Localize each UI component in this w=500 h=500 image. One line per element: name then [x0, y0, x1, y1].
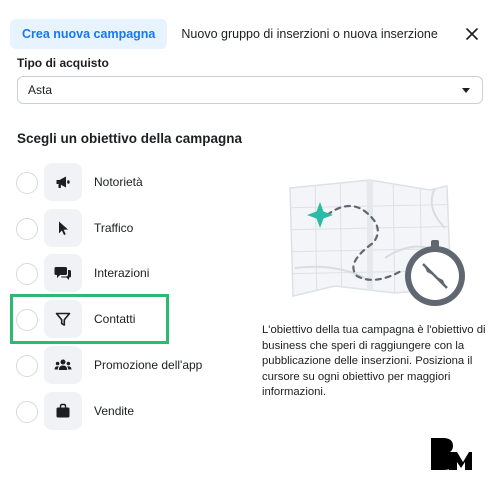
- purchase-type-select[interactable]: Asta: [17, 76, 483, 104]
- radio-button[interactable]: [16, 263, 38, 285]
- objectives-title: Scegli un obiettivo della campagna: [17, 131, 243, 146]
- tab-new-adset-or-ad[interactable]: Nuovo gruppo di inserzioni o nuova inser…: [181, 19, 449, 49]
- close-icon: [466, 28, 478, 40]
- objective-sales[interactable]: Vendite: [16, 392, 246, 432]
- objective-engagement[interactable]: Interazioni: [16, 254, 246, 294]
- objective-label: Notorietà: [94, 175, 143, 189]
- map-compass-illustration: [275, 168, 475, 316]
- purchase-type-label: Tipo di acquisto: [17, 56, 109, 70]
- close-button[interactable]: [462, 24, 482, 44]
- objective-label: Interazioni: [94, 266, 150, 280]
- radio-button[interactable]: [16, 355, 38, 377]
- objective-awareness[interactable]: Notorietà: [16, 163, 246, 203]
- megaphone-icon: [44, 163, 82, 201]
- campaign-tabs: Crea nuova campagna Nuovo gruppo di inse…: [10, 19, 450, 49]
- radio-button[interactable]: [16, 172, 38, 194]
- purchase-type-value: Asta: [28, 83, 53, 97]
- caret-down-icon: [462, 88, 470, 93]
- highlight-box: [10, 294, 169, 344]
- bm-logo: [429, 436, 473, 472]
- objective-traffic[interactable]: Traffico: [16, 209, 246, 249]
- radio-button[interactable]: [16, 401, 38, 423]
- objective-description: L'obiettivo della tua campagna è l'obiet…: [262, 324, 486, 399]
- objective-label: Promozione dell'app: [94, 358, 203, 372]
- people-icon: [44, 346, 82, 384]
- tab-new-campaign[interactable]: Crea nuova campagna: [10, 19, 168, 49]
- cursor-icon: [44, 209, 82, 247]
- chat-bubbles-icon: [44, 254, 82, 292]
- objective-app-promotion[interactable]: Promozione dell'app: [16, 346, 246, 386]
- objective-label: Traffico: [94, 221, 134, 235]
- objective-label: Vendite: [94, 404, 135, 418]
- radio-button[interactable]: [16, 218, 38, 240]
- shopping-bag-icon: [44, 392, 82, 430]
